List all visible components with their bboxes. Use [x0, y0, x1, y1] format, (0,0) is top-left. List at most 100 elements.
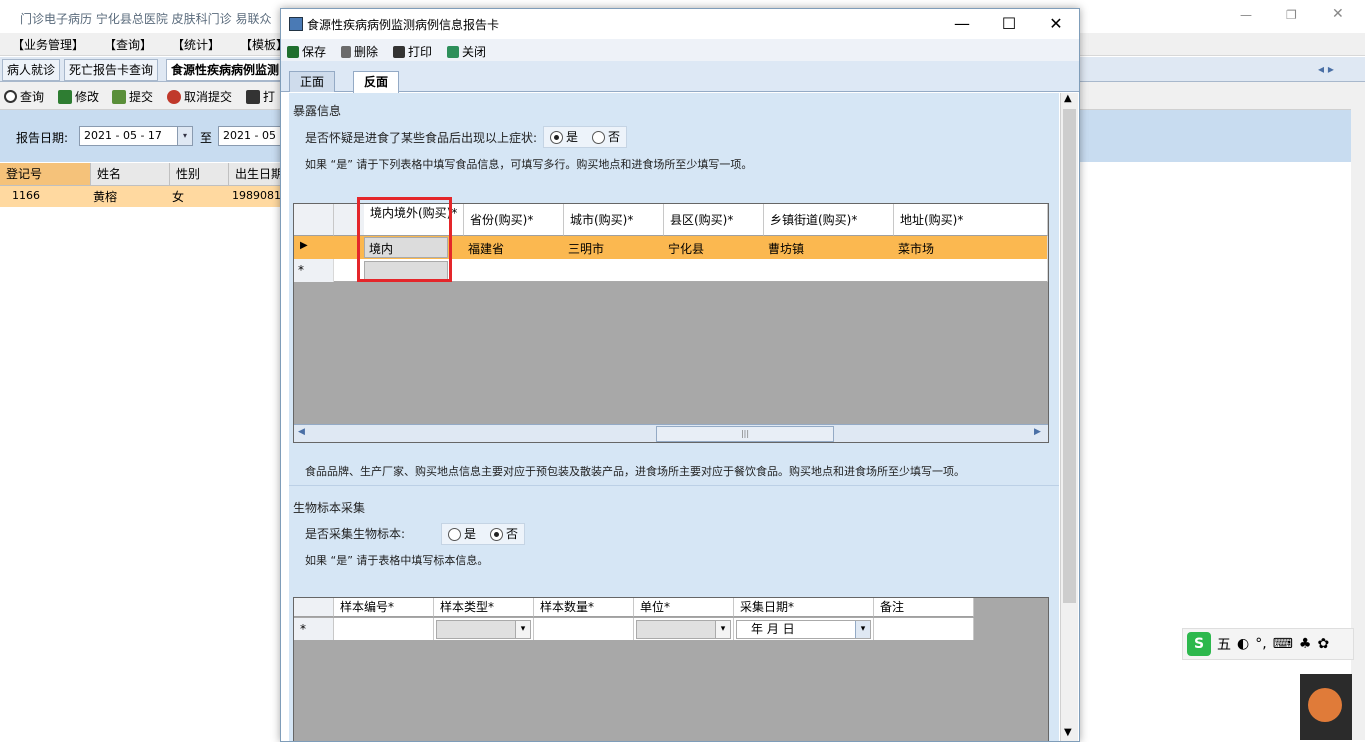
cell-county: 宁化县 [668, 242, 705, 256]
hscroll-thumb[interactable]: ||| [656, 426, 834, 442]
date-picker-box[interactable]: 年 月 日 ▾ [736, 620, 871, 639]
scroll-right-icon[interactable]: ▶ [1034, 427, 1041, 437]
calendar-dropdown-icon[interactable]: ▾ [855, 621, 870, 638]
dialog-close-icon[interactable]: ✕ [1041, 14, 1071, 33]
date-from-value: 2021 - 05 - 17 [84, 129, 162, 142]
col-name[interactable]: 姓名 [91, 163, 170, 186]
delete-button[interactable]: 删除 [341, 43, 378, 60]
user-icon[interactable]: ♣ [1299, 636, 1312, 652]
exposure-no-label: 否 [608, 130, 621, 144]
specimen-no-label: 否 [506, 527, 519, 541]
food-grid-hscrollbar[interactable]: ◀ ||| ▶ [294, 424, 1048, 442]
cell-name: 黄榕 [93, 190, 118, 204]
specimen-question: 是否采集生物标本: [305, 527, 406, 541]
exposure-yes-label: 是 [566, 130, 579, 144]
menu-business[interactable]: 【业务管理】 [12, 36, 84, 53]
print-label: 打印 [408, 45, 433, 59]
moon-icon[interactable]: ◐ [1237, 636, 1249, 652]
cell-city: 三明市 [568, 242, 605, 256]
exposure-question: 是否怀疑是进食了某些食品后出现以上症状: [305, 131, 538, 145]
dialog-body: 暴露信息 是否怀疑是进食了某些食品后出现以上症状: 是 否 如果 “是” 请于下… [289, 93, 1059, 741]
chevron-down-icon[interactable]: ▾ [715, 621, 730, 638]
col-sample-no[interactable]: 样本编号* [334, 598, 434, 617]
exposure-no-option[interactable]: 否 [592, 127, 620, 147]
tab-front[interactable]: 正面 [289, 71, 336, 92]
specimen-section-title: 生物标本采集 [293, 501, 366, 515]
col-birthdate[interactable]: 出生日期 [229, 163, 287, 186]
dialog-minimize-icon[interactable]: — [947, 14, 977, 33]
ime-toolbar: S 五 ◐ °, ⌨ ♣ ✿ [1182, 628, 1354, 660]
exposure-yes-option[interactable]: 是 [550, 127, 578, 147]
col-remark[interactable]: 备注 [874, 598, 974, 617]
highlight-box [357, 197, 452, 282]
new-row-marker: * [300, 622, 306, 636]
punctuation-icon[interactable]: °, [1255, 636, 1266, 652]
specimen-no-option[interactable]: 否 [490, 524, 518, 544]
col-collect-date[interactable]: 采集日期* [734, 598, 874, 617]
main-window-title: 门诊电子病历 宁化县总医院 皮肤科门诊 易联众 [20, 12, 272, 26]
trash-icon [341, 45, 351, 58]
minimize-icon[interactable]: — [1240, 8, 1252, 22]
date-from-input[interactable]: 2021 - 05 - 17 ▾ [79, 126, 193, 146]
sample-qty-input[interactable] [534, 618, 634, 640]
dialog-toolbar: 保存 删除 打印 关闭 [281, 39, 1079, 61]
collect-date-picker[interactable]: 年 月 日 ▾ [734, 618, 874, 640]
cell-town: 曹坊镇 [768, 242, 805, 256]
col-unit[interactable]: 单位* [634, 598, 734, 617]
sample-no-input[interactable] [334, 618, 434, 640]
submit-label: 提交 [129, 90, 154, 104]
record-play-icon[interactable] [1308, 688, 1342, 722]
save-button[interactable]: 保存 [287, 43, 326, 60]
menu-query[interactable]: 【查询】 [104, 36, 152, 53]
vscroll-thumb[interactable] [1063, 109, 1076, 603]
dropdown-arrow-icon[interactable]: ▾ [177, 127, 192, 145]
edit-button[interactable]: 修改 [58, 88, 99, 105]
col-county[interactable]: 县区(购买)* [664, 204, 764, 236]
undo-icon [167, 89, 181, 104]
chevron-down-icon[interactable]: ▾ [515, 621, 530, 638]
menu-stats[interactable]: 【统计】 [172, 36, 220, 53]
cell-reg-no: 1166 [12, 189, 40, 202]
dialog-title: 食源性疾病病例监测病例信息报告卡 [307, 18, 500, 32]
query-button[interactable]: 查询 [4, 88, 44, 105]
scroll-up-icon[interactable]: ▲ [1064, 93, 1072, 104]
col-sample-type[interactable]: 样本类型* [434, 598, 534, 617]
col-address[interactable]: 地址(购买)* [894, 204, 1048, 236]
new-row-marker: * [298, 263, 304, 277]
close-button[interactable]: 关闭 [447, 43, 486, 60]
unit-select[interactable]: ▾ [634, 618, 734, 640]
sample-type-select[interactable]: ▾ [434, 618, 534, 640]
col-province[interactable]: 省份(购买)* [464, 204, 564, 236]
print-button[interactable]: 打 [246, 88, 275, 105]
dialog-vscrollbar[interactable]: ▲ ▼ [1060, 93, 1078, 741]
ime-mode[interactable]: 五 [1217, 634, 1231, 654]
close-icon[interactable]: ✕ [1332, 6, 1344, 22]
col-city[interactable]: 城市(购买)* [564, 204, 664, 236]
radio-icon [490, 528, 504, 541]
date-to-input[interactable]: 2021 - 05 [218, 126, 284, 146]
print-button-dialog[interactable]: 打印 [393, 43, 432, 60]
tab-foodborne[interactable]: 食源性疾病病例监测 [166, 59, 285, 81]
tab-scroll-arrows[interactable]: ◂ ▸ [1318, 62, 1334, 76]
specimen-yes-option[interactable]: 是 [448, 524, 476, 544]
scroll-down-icon[interactable]: ▼ [1064, 727, 1072, 738]
tab-patient-visit[interactable]: 病人就诊 [2, 59, 61, 81]
restore-icon[interactable]: ❐ [1286, 8, 1297, 22]
cancel-submit-button[interactable]: 取消提交 [167, 88, 232, 105]
col-town[interactable]: 乡镇街道(购买)* [764, 204, 894, 236]
submit-button[interactable]: 提交 [112, 88, 153, 105]
tab-back[interactable]: 反面 [353, 71, 400, 93]
col-gender[interactable]: 性别 [170, 163, 229, 186]
skin-icon[interactable]: ✿ [1317, 636, 1329, 652]
sogou-logo-icon[interactable]: S [1187, 632, 1211, 656]
keyboard-icon[interactable]: ⌨ [1273, 636, 1293, 652]
tab-death-report[interactable]: 死亡报告卡查询 [64, 59, 159, 81]
col-reg-no[interactable]: 登记号 [0, 163, 91, 186]
specimen-yes-label: 是 [464, 527, 477, 541]
edit-label: 修改 [75, 90, 100, 104]
save-disk-icon [58, 89, 72, 104]
dialog-maximize-icon[interactable]: ☐ [994, 14, 1024, 33]
col-sample-qty[interactable]: 样本数量* [534, 598, 634, 617]
scroll-left-icon[interactable]: ◀ [298, 427, 305, 437]
remark-input[interactable] [874, 618, 974, 640]
